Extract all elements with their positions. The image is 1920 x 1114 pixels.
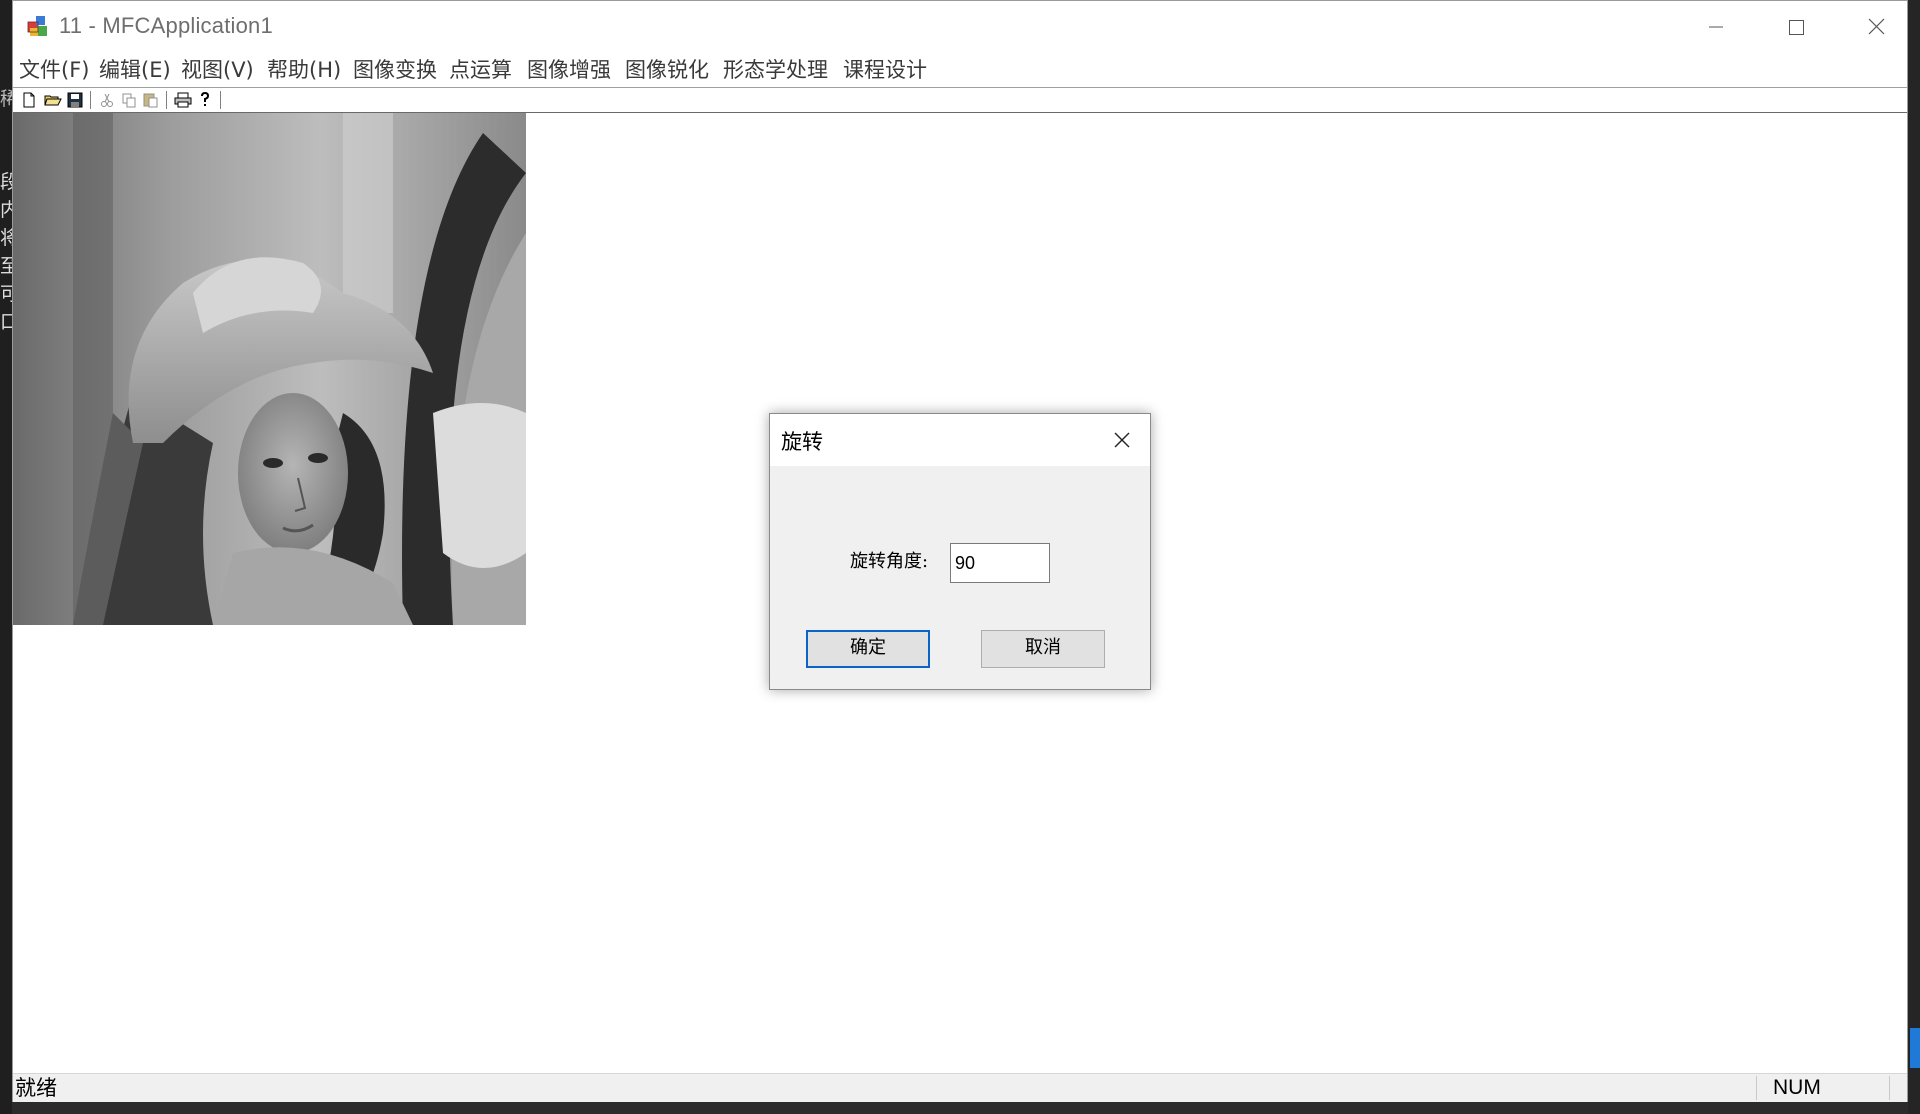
dialog-title: 旋转 bbox=[781, 430, 823, 454]
menu-bar: 文件(F) 编辑(E) 视图(V) 帮助(H) 图像变换 点运算 图像增强 图像… bbox=[13, 53, 1907, 87]
help-icon[interactable] bbox=[195, 90, 215, 110]
toolbar bbox=[13, 87, 1907, 114]
background-text-fragment: 段 内 将 至 可 口 bbox=[0, 171, 12, 333]
menu-image-transform[interactable]: 图像变换 bbox=[353, 55, 437, 85]
print-icon[interactable] bbox=[173, 90, 193, 110]
cancel-button[interactable]: 取消 bbox=[981, 630, 1105, 668]
maximize-button[interactable] bbox=[1757, 1, 1837, 53]
ok-button[interactable]: 确定 bbox=[806, 630, 930, 668]
angle-label: 旋转角度: bbox=[850, 551, 929, 572]
status-bar: 就绪 NUM bbox=[13, 1073, 1907, 1102]
minimize-icon bbox=[1709, 26, 1723, 28]
rotate-dialog: 旋转 旋转角度: 确定 取消 bbox=[769, 413, 1151, 690]
menu-edit[interactable]: 编辑(E) bbox=[99, 55, 171, 85]
menu-point-operation[interactable]: 点运算 bbox=[449, 55, 512, 85]
menu-view[interactable]: 视图(V) bbox=[181, 55, 254, 85]
paste-icon[interactable] bbox=[141, 90, 161, 110]
angle-input[interactable] bbox=[950, 543, 1050, 583]
close-icon bbox=[1868, 18, 1885, 35]
image-drawing bbox=[13, 113, 526, 625]
status-num-pane: NUM bbox=[1756, 1076, 1890, 1100]
dialog-title-bar[interactable]: 旋转 bbox=[770, 414, 1150, 466]
background-app-strip-left: 段 内 将 至 可 口 稀 bbox=[0, 0, 19, 1114]
cut-icon[interactable] bbox=[97, 90, 117, 110]
background-app-strip-right bbox=[1908, 0, 1920, 1114]
lena-image bbox=[13, 113, 526, 625]
dialog-close-icon[interactable] bbox=[1108, 426, 1136, 454]
menu-course-design[interactable]: 课程设计 bbox=[843, 55, 927, 85]
status-text: 就绪 bbox=[15, 1076, 57, 1100]
save-icon[interactable] bbox=[65, 90, 85, 110]
title-bar[interactable]: 11 - MFCApplication1 bbox=[13, 1, 1907, 53]
open-folder-icon[interactable] bbox=[43, 90, 63, 110]
num-lock-indicator: NUM bbox=[1773, 1076, 1821, 1099]
window-title: 11 - MFCApplication1 bbox=[59, 13, 273, 38]
menu-help[interactable]: 帮助(H) bbox=[267, 55, 341, 85]
menu-morphology[interactable]: 形态学处理 bbox=[723, 55, 828, 85]
copy-icon[interactable] bbox=[119, 90, 139, 110]
menu-image-enhancement[interactable]: 图像增强 bbox=[527, 55, 611, 85]
menu-file[interactable]: 文件(F) bbox=[19, 55, 89, 85]
maximize-icon bbox=[1789, 20, 1804, 35]
menu-image-sharpening[interactable]: 图像锐化 bbox=[625, 55, 709, 85]
new-file-icon[interactable] bbox=[19, 90, 39, 110]
minimize-button[interactable] bbox=[1677, 1, 1757, 53]
mfc-app-icon bbox=[27, 16, 47, 36]
close-button[interactable] bbox=[1837, 1, 1909, 53]
